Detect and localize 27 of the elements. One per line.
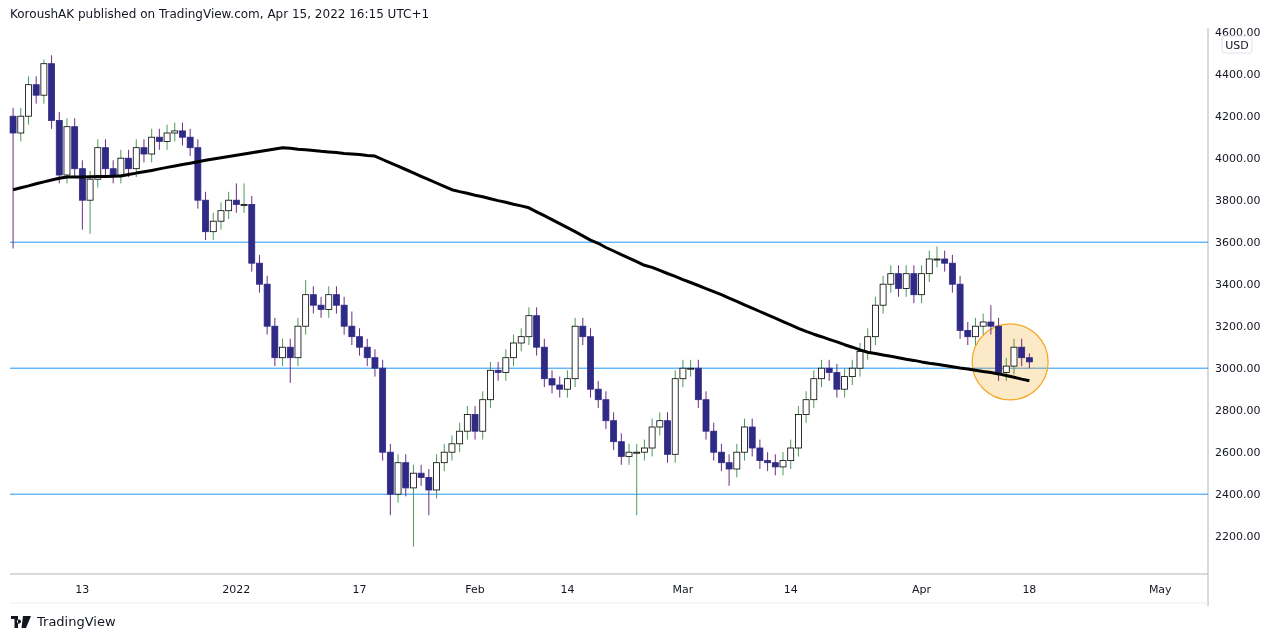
date-label: 17 <box>352 583 367 596</box>
price-label: 3400.00 <box>1215 278 1261 292</box>
date-label: 14 <box>560 583 575 596</box>
price-label: 4200.00 <box>1215 110 1261 124</box>
date-label: Apr <box>912 583 932 596</box>
publish-info: KoroushAK published on TradingView.com, Apr 15, 2022 16:15 UTC+1 <box>9 6 430 23</box>
date-label: Mar <box>672 583 694 596</box>
currency-badge: USD <box>1221 35 1253 54</box>
price-label: 3200.00 <box>1215 320 1261 334</box>
price-label: 2200.00 <box>1215 530 1261 544</box>
logo-icon <box>11 615 31 628</box>
date-label: 2022 <box>222 583 251 596</box>
date-label: 18 <box>1022 583 1037 596</box>
y-axis-title: USD <box>1225 39 1249 52</box>
price-label: 2600.00 <box>1215 446 1261 460</box>
price-label: 2800.00 <box>1215 404 1261 418</box>
date-label: Feb <box>465 583 485 596</box>
date-label: May <box>1148 583 1172 596</box>
price-label: 3800.00 <box>1215 194 1261 208</box>
price-label: 4000.00 <box>1215 152 1261 166</box>
price-label: 2400.00 <box>1215 488 1261 502</box>
brand-name: TradingView <box>37 614 116 629</box>
price-label: 3000.00 <box>1215 362 1261 376</box>
price-label: 4400.00 <box>1215 68 1261 82</box>
date-label: 14 <box>783 583 798 596</box>
price-label: 3600.00 <box>1215 236 1261 250</box>
date-label: 13 <box>75 583 90 596</box>
